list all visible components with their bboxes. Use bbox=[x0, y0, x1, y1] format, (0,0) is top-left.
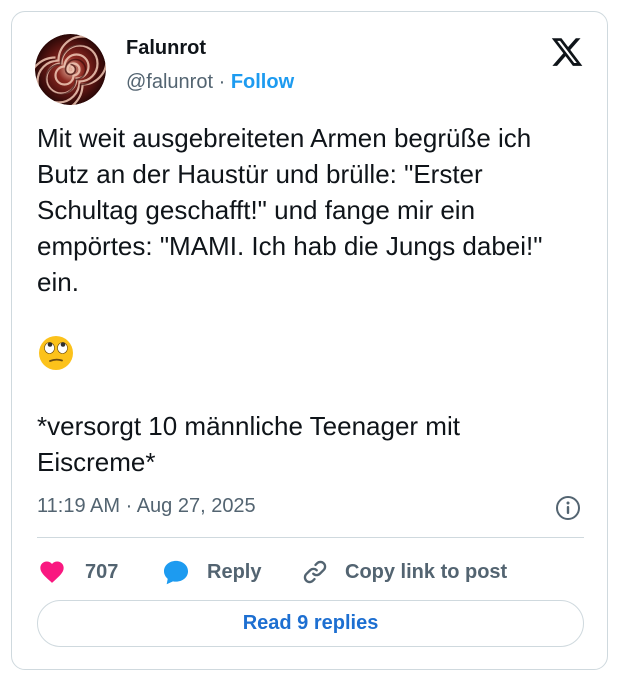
divider bbox=[37, 537, 584, 538]
follow-button[interactable]: Follow bbox=[231, 71, 294, 93]
copy-link-button[interactable]: Copy link to post bbox=[301, 552, 507, 592]
tweet-card: Falunrot @falunrot · Follow Mit weit aus… bbox=[11, 11, 608, 670]
heart-icon bbox=[40, 561, 64, 583]
handle-separator: · bbox=[218, 71, 226, 93]
action-bar: 707 Reply Copy link to post bbox=[37, 552, 587, 592]
tweet-text-continued: *versorgt 10 männliche Teenager mit Eisc… bbox=[37, 411, 460, 477]
face-with-rolling-eyes-emoji bbox=[37, 334, 75, 372]
link-icon bbox=[303, 560, 327, 584]
copy-link-label: Copy link to post bbox=[345, 560, 508, 583]
author-name[interactable]: Falunrot bbox=[126, 37, 206, 60]
like-count: 707 bbox=[85, 560, 119, 583]
reply-bubble-icon bbox=[163, 560, 189, 585]
read-replies-button[interactable]: Read 9 replies bbox=[37, 600, 584, 647]
reply-button[interactable]: Reply bbox=[161, 552, 261, 592]
spiral-avatar-icon bbox=[35, 34, 106, 105]
avatar[interactable] bbox=[35, 34, 106, 105]
like-button[interactable]: 707 bbox=[37, 552, 118, 592]
reply-label: Reply bbox=[207, 560, 262, 583]
tweet-timestamp[interactable]: 11:19 AM · Aug 27, 2025 bbox=[37, 495, 256, 518]
author-handle[interactable]: @falunrot bbox=[126, 71, 213, 93]
x-logo-icon[interactable] bbox=[550, 35, 584, 69]
author-handle-row: @falunrot · Follow bbox=[126, 71, 294, 94]
tweet-text: Mit weit ausgebreiteten Armen begrüße ic… bbox=[37, 123, 550, 297]
info-icon[interactable] bbox=[554, 494, 582, 522]
